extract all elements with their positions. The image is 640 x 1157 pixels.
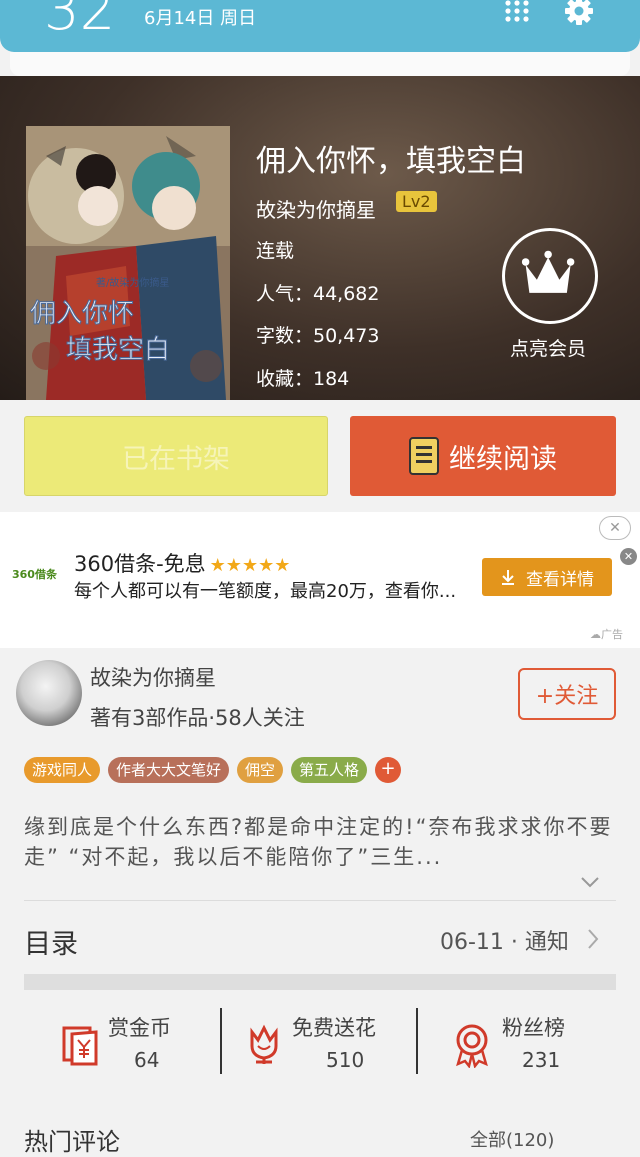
cover-subtext: 著/故染为你摘星	[96, 276, 169, 289]
section-divider	[24, 974, 616, 990]
apps-grid-icon[interactable]	[504, 0, 530, 22]
add-tag-button[interactable]: +	[375, 757, 402, 783]
date-text: 6月14日 周日	[144, 8, 257, 29]
synopsis-text[interactable]: 缘到底是个什么东西?都是命中注定的!“奈布我求求你不要走” “对不起，我以后不能…	[24, 812, 614, 872]
follow-button[interactable]: +关注	[518, 668, 616, 720]
ad-title-text: 360借条-免息	[74, 552, 206, 576]
book-icon	[409, 437, 439, 475]
ad-banner[interactable]: 360借条 360借条-免息 ★★★★★ 每个人都可以有一笔额度，最高20万，查看…	[0, 512, 640, 648]
chevron-right-icon[interactable]	[586, 928, 600, 950]
tag-item[interactable]: 作者大大文笔好	[108, 757, 230, 783]
ad-dismiss-icon[interactable]: ✕	[620, 548, 637, 565]
tag-item[interactable]: 游戏同人	[24, 757, 101, 783]
cover-title-line2: 填我空白	[66, 335, 170, 365]
hot-comments-title: 热门评论	[24, 1128, 120, 1156]
reward-coins-label: 赏金币	[108, 1016, 171, 1040]
in-bookshelf-button[interactable]: 已在书架	[24, 416, 328, 496]
all-comments-link[interactable]: 全部(120)	[470, 1126, 554, 1152]
tag-item[interactable]: 第五人格	[291, 757, 368, 783]
divider	[24, 900, 616, 901]
book-title: 佣入你怀，填我空白	[256, 144, 526, 179]
crown-icon	[521, 250, 575, 293]
reward-coin-icon	[62, 1026, 98, 1066]
ad-title: 360借条-免息 ★★★★★	[74, 548, 290, 578]
divider	[220, 1008, 222, 1074]
gear-icon[interactable]	[564, 0, 594, 26]
free-flower-value: 510	[326, 1048, 365, 1072]
author-row[interactable]: 故染为你摘星 著有3部作品·58人关注 +关注	[0, 648, 640, 740]
book-status: 连载	[256, 240, 295, 262]
ad-details-label: 查看详情	[526, 569, 594, 590]
tag-item[interactable]: 佣空	[237, 757, 284, 783]
toc-latest-chapter[interactable]: 06-11 · 通知	[440, 924, 569, 956]
avatar[interactable]	[16, 660, 82, 726]
fans-rank-value: 231	[522, 1048, 561, 1072]
book-author[interactable]: 故染为你摘星	[256, 194, 376, 223]
fans-rank-label: 粉丝榜	[502, 1016, 565, 1040]
ad-rating-stars: ★★★★★	[209, 555, 291, 576]
continue-reading-button[interactable]: 继续阅读	[350, 416, 616, 496]
book-cover-image[interactable]: 著/故染为你摘星 佣入你怀 填我空白	[26, 126, 230, 400]
clock-time: 32	[44, 0, 116, 43]
fans-rank-stat[interactable]: 粉丝榜 231	[452, 1008, 612, 1078]
author-name[interactable]: 故染为你摘星	[90, 662, 216, 692]
ad-logo: 360借条	[12, 568, 57, 581]
book-favorites: 收藏：184	[256, 368, 350, 390]
continue-reading-label: 继续阅读	[449, 443, 557, 475]
cover-title-line1: 佣入你怀	[30, 299, 134, 329]
author-stats: 著有3部作品·58人关注	[90, 706, 305, 730]
notification-strip	[10, 52, 630, 76]
ad-marker: ☁广告	[590, 628, 623, 641]
ad-close-button[interactable]: ✕	[599, 516, 631, 540]
reward-coins-value: 64	[134, 1048, 160, 1072]
free-flower-stat[interactable]: 免费送花 510	[244, 1008, 414, 1078]
book-word-count: 字数：50,473	[256, 325, 380, 347]
status-bar: 32 6月14日 周日	[0, 0, 640, 52]
chevron-down-icon[interactable]	[580, 876, 600, 888]
author-level-badge: Lv2	[396, 191, 437, 212]
divider	[416, 1008, 418, 1074]
vip-button[interactable]	[502, 228, 598, 324]
vip-label[interactable]: 点亮会员	[510, 334, 586, 361]
free-flower-label: 免费送花	[292, 1016, 376, 1040]
book-popularity: 人气：44,682	[256, 283, 380, 305]
fan-badge-icon	[456, 1024, 488, 1068]
toc-title[interactable]: 目录	[24, 922, 78, 961]
download-icon	[502, 570, 514, 585]
ad-description: 每个人都可以有一笔额度，最高20万，查看你...	[74, 581, 457, 602]
tag-list: 游戏同人 作者大大文笔好 佣空 第五人格 +	[24, 757, 402, 785]
flower-icon	[250, 1024, 278, 1064]
book-header: 著/故染为你摘星 佣入你怀 填我空白 佣入你怀，填我空白 故染为你摘星 Lv2 …	[0, 76, 640, 400]
reward-coins-stat[interactable]: 赏金币 64	[56, 1008, 216, 1078]
ad-details-button[interactable]: 查看详情	[482, 558, 612, 596]
